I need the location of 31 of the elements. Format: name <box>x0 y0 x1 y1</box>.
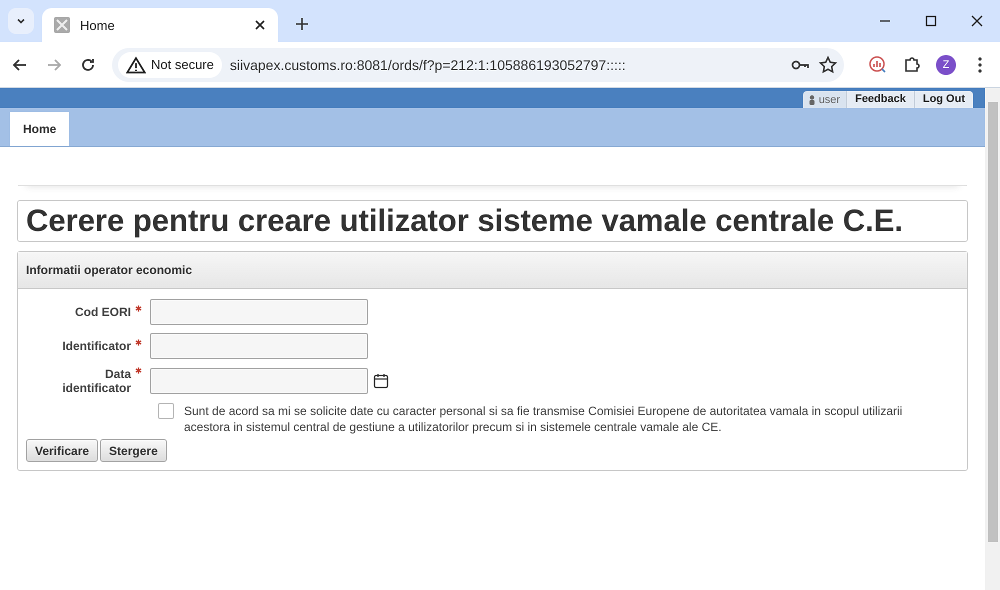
puzzle-icon[interactable] <box>902 54 922 74</box>
tab-search-button[interactable] <box>8 8 34 34</box>
star-icon[interactable] <box>818 54 838 74</box>
form-button[interactable]: Stergere <box>100 439 167 462</box>
consent-text: Sunt de acord sa mi se solicite date cu caracter personal si sa fie transmise Comisiei Europene de autoritatea vamala in scopul utilizarii acestora in sistemul central de gestiune a utilizatorilor precum si in sistemele centrale vamale ale CE. <box>184 403 904 435</box>
header-link[interactable]: Feedback <box>846 91 914 108</box>
browser-tab[interactable]: Home <box>42 8 278 42</box>
favicon-icon <box>54 17 70 33</box>
tab-title: Home <box>80 18 116 32</box>
header-link[interactable]: Log Out <box>914 91 973 108</box>
scrollbar-thumb[interactable] <box>988 102 998 542</box>
page-title: Cerere pentru creare utilizator sisteme vamale centrale C.E. <box>17 200 968 242</box>
form-button[interactable]: Verificare <box>26 439 98 462</box>
close-icon[interactable] <box>254 19 266 31</box>
input-field[interactable] <box>150 368 368 394</box>
input-field[interactable] <box>150 333 368 359</box>
user-icon <box>808 94 815 104</box>
input-field[interactable] <box>150 299 368 325</box>
profile-avatar[interactable]: Z <box>936 54 956 74</box>
chart-extension-icon[interactable] <box>868 54 888 74</box>
url-text[interactable]: siivapex.customs.ro:8081/ords/f?p=212:1:105886193052797::::: <box>230 56 782 72</box>
field-label: Cod EORI <box>74 305 131 319</box>
nav-tab[interactable]: Home <box>10 112 70 146</box>
calendar-icon[interactable] <box>373 373 389 389</box>
security-chip[interactable]: Not secure <box>118 52 222 78</box>
field-label: Data identificator <box>61 367 131 395</box>
field-label: Identificator <box>61 339 131 353</box>
warning-icon <box>126 54 146 74</box>
consent-checkbox[interactable] <box>158 403 174 419</box>
panel-title: Informatii operator economic <box>18 252 967 289</box>
user-name: user <box>818 94 840 106</box>
